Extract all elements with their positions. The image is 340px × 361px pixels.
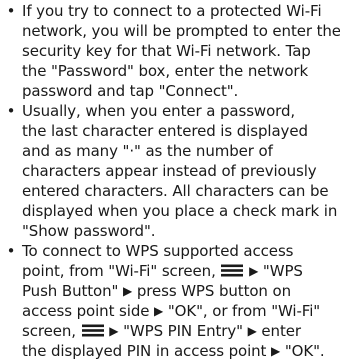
text-line: password and tap "Connect". (22, 82, 239, 100)
text-segment: "OK". (284, 342, 325, 360)
text-line: network, you will be prompted to enter t… (22, 22, 340, 40)
text-segment: the displayed PIN in access point (22, 342, 267, 360)
text-line: characters appear instead of previously (22, 162, 317, 180)
text-line: the "Password" box, enter the network (22, 62, 309, 80)
text-line: screen, ▶ "WPS PIN Entry" ▶ enter (22, 321, 340, 341)
text-segment: press WPS button on (136, 282, 291, 300)
text-line: entered characters. All characters can b… (22, 182, 329, 200)
arrow-icon: ▶ (154, 304, 164, 318)
text-segment: "WPS PIN Entry" (123, 322, 243, 340)
text-line: point, from "Wi-Fi" screen, ▶ "WPS (22, 261, 340, 281)
bullet: • (6, 2, 16, 20)
menu-bars-icon (221, 264, 244, 277)
text-line: displayed when you place a check mark in (22, 202, 338, 220)
text-segment: access point side (22, 302, 150, 320)
arrow-icon: ▶ (249, 264, 259, 278)
text-line: access point side ▶ "OK", or from "Wi-Fi… (22, 301, 340, 321)
arrow-icon: ▶ (247, 324, 257, 338)
text-line: the displayed PIN in access point ▶ "OK"… (22, 341, 340, 361)
text-line: Usually, when you enter a password, (22, 102, 296, 120)
text-line: "Show password". (22, 222, 156, 240)
arrow-icon: ▶ (271, 344, 281, 358)
text-line: and as many "·" as the number of (22, 142, 273, 160)
arrow-icon: ▶ (123, 284, 133, 298)
text-line: Push Button" ▶ press WPS button on (22, 281, 340, 301)
list-item-wps-connect: • To connect to WPS supported access poi… (0, 241, 340, 361)
text-segment: screen, (22, 322, 76, 340)
bullet: • (6, 102, 16, 120)
text-segment: Push Button" (22, 282, 119, 300)
list-item-protected-wifi: • If you try to connect to a protected W… (0, 1, 340, 101)
list-item-password-display: • Usually, when you enter a password, th… (0, 101, 340, 241)
document-body: • If you try to connect to a protected W… (0, 1, 340, 361)
text-segment: point, from "Wi-Fi" screen, (22, 262, 216, 280)
text-segment: "OK", or from "Wi-Fi" (167, 302, 321, 320)
text-line: To connect to WPS supported access (22, 242, 294, 260)
text-segment: enter (261, 322, 301, 340)
text-segment: "WPS (262, 262, 303, 280)
menu-bars-icon (81, 324, 104, 337)
arrow-icon: ▶ (109, 324, 119, 338)
text-line: the last character entered is displayed (22, 122, 308, 140)
text-line: security key for that Wi-Fi network. Tap (22, 42, 311, 60)
text-line: If you try to connect to a protected Wi-… (22, 2, 322, 20)
bullet: • (6, 242, 16, 260)
